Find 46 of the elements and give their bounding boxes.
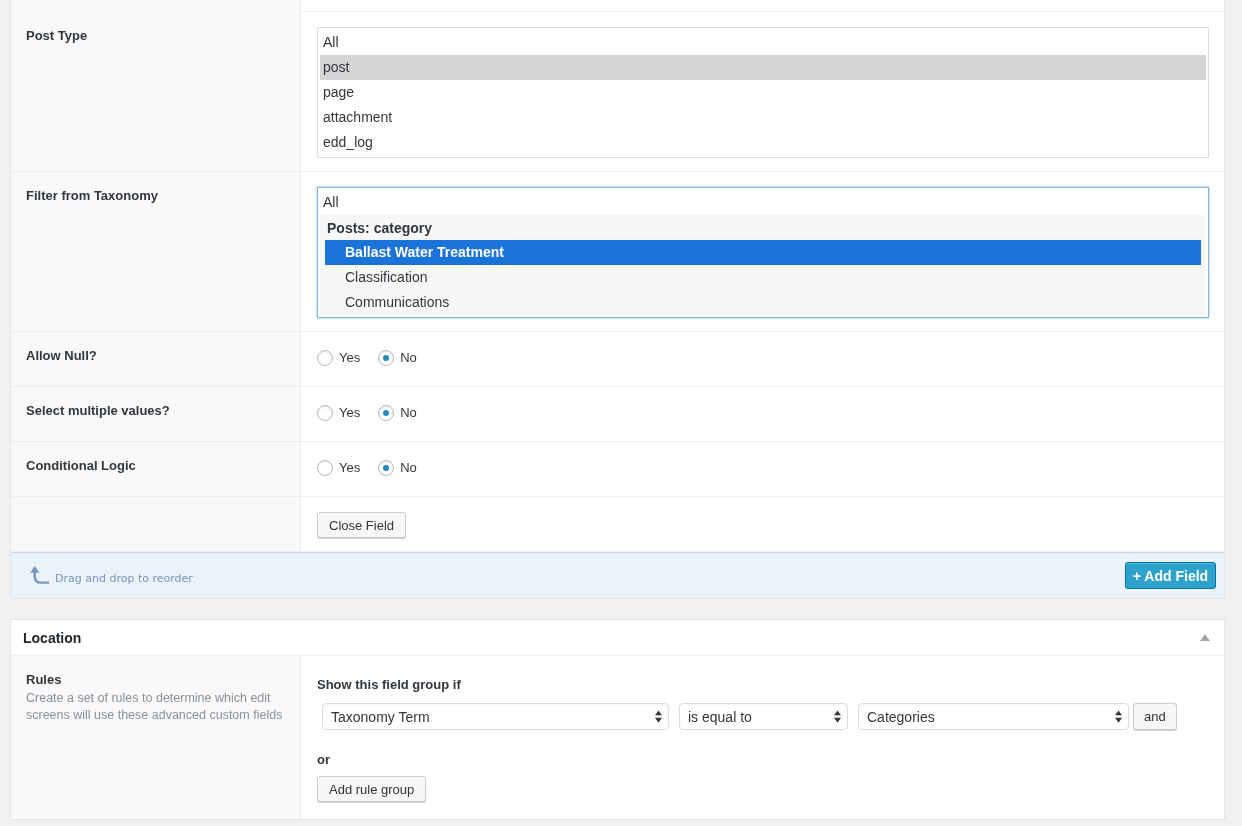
radio-button[interactable] <box>317 459 333 476</box>
field-label: Allow Null? <box>26 347 97 364</box>
listbox-option[interactable]: post <box>320 55 1206 80</box>
radio-label: No <box>400 404 417 421</box>
panel-title: Location <box>23 629 82 646</box>
or-label: or <box>317 751 330 768</box>
field-label: Select multiple values? <box>26 402 170 419</box>
radio-label: No <box>400 349 417 366</box>
dropdown[interactable]: Categories <box>858 703 1129 730</box>
radio-button[interactable] <box>378 404 395 421</box>
close-field-button[interactable]: Close Field <box>317 512 407 538</box>
listbox-option[interactable]: All <box>320 190 1206 215</box>
radio-label: No <box>400 459 417 476</box>
listbox-option[interactable]: attachment <box>320 105 1206 130</box>
drag-hint-text: Drag and drop to reorder <box>55 571 193 585</box>
listbox-option[interactable]: Ballast Water Treatment <box>325 240 1201 265</box>
radio-button[interactable] <box>317 404 333 421</box>
listbox-option[interactable]: edd_log <box>320 130 1206 155</box>
field-description: Create a set of rules to determine which edit screens will use these advanced custom fields <box>26 690 284 724</box>
field-label: Post Type <box>26 27 88 44</box>
radio-button[interactable] <box>378 459 395 476</box>
add-rule-group-button[interactable]: Add rule group <box>317 776 427 802</box>
listbox[interactable]: All Posts: category Ballast Water Treatment Classification Communications <box>317 187 1209 318</box>
curved-arrow-icon <box>30 566 49 585</box>
triangle-icon[interactable] <box>1200 634 1210 641</box>
radio-label: Yes <box>339 349 361 366</box>
field-label: Conditional Logic <box>26 457 136 474</box>
up-down-arrows-icon <box>655 710 662 723</box>
listbox-option[interactable]: All <box>320 30 1206 55</box>
and-button[interactable]: and <box>1133 703 1177 730</box>
dropdown[interactable]: Taxonomy Term <box>322 703 669 730</box>
dropdown[interactable]: is equal to <box>679 703 848 730</box>
listbox-option[interactable]: Classification <box>325 265 1201 290</box>
up-down-arrows-icon <box>1115 710 1122 723</box>
radio-label: Yes <box>339 459 361 476</box>
listbox[interactable]: All post page attachment edd_log <box>317 27 1209 158</box>
listbox-option[interactable]: Communications <box>325 290 1201 315</box>
radio-label: Yes <box>339 404 361 421</box>
field-label: Rules <box>26 671 62 688</box>
rules-heading: Show this field group if <box>317 676 461 693</box>
radio-button[interactable] <box>317 349 333 366</box>
radio-button[interactable] <box>378 349 395 366</box>
up-down-arrows-icon <box>834 710 841 723</box>
listbox-option[interactable]: page <box>320 80 1206 105</box>
field-label: Filter from Taxonomy <box>26 187 158 204</box>
option-group-label: Posts: category <box>326 219 434 238</box>
